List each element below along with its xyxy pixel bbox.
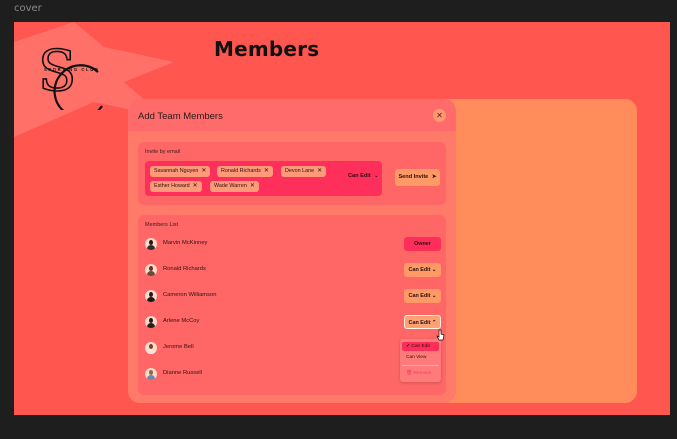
avatar — [145, 264, 157, 276]
pointer-cursor-icon — [436, 329, 445, 341]
logo-text: SPORTING CLUB — [44, 67, 100, 72]
role-select[interactable]: Can Edit ⌃ — [404, 315, 441, 329]
chip-label: Devon Lane — [285, 168, 315, 174]
avatar — [145, 368, 157, 380]
member-name: Ronald Richards — [163, 266, 206, 272]
member-name: Arlene McCoy — [163, 318, 200, 324]
option-label: Can View — [406, 355, 427, 360]
dialog-header: Add Team Members ✕ — [128, 99, 456, 131]
invite-section: Invite by email Savannah Nguyen ✕ Ronald … — [138, 142, 446, 205]
email-chip[interactable]: Esther Howard ✕ — [150, 181, 202, 192]
dropdown-option-can-view[interactable]: Can View — [402, 353, 439, 362]
role-label: Can Edit — [408, 267, 431, 273]
member-name: Dianne Russell — [163, 370, 202, 376]
role-label: Can Edit — [408, 320, 431, 326]
member-row: Jerome Bell — [145, 339, 441, 359]
member-row: Dianne Russell — [145, 365, 441, 385]
chevron-down-icon: ⌄ — [374, 173, 379, 179]
option-label: Can Edit — [411, 344, 430, 349]
member-row: Ronald Richards Can Edit ⌄ — [145, 261, 441, 281]
invite-permission-select[interactable]: Can Edit ⌄ — [348, 173, 378, 179]
add-team-members-dialog: Add Team Members ✕ Invite by email Savan… — [128, 99, 456, 403]
avatar — [145, 290, 157, 302]
member-row: Arlene McCoy Can Edit ⌃ — [145, 313, 441, 333]
chevron-down-icon: ⌄ — [431, 267, 437, 273]
role-select[interactable]: Can Edit ⌄ — [404, 263, 441, 277]
member-name: Marvin McKinney — [163, 240, 208, 246]
remove-chip-icon[interactable]: ✕ — [201, 168, 206, 174]
send-icon: ➤ — [431, 174, 437, 180]
role-label: Can Edit — [408, 293, 431, 299]
send-invite-label: Send Invite — [398, 174, 429, 180]
remove-chip-icon[interactable]: ✕ — [264, 168, 269, 174]
members-label: Members List — [145, 222, 179, 228]
check-icon: ✔ — [406, 344, 411, 349]
member-row: Marvin McKinney Owner — [145, 235, 441, 255]
email-chip[interactable]: Devon Lane ✕ — [281, 166, 327, 177]
chevron-up-icon: ⌃ — [431, 320, 437, 326]
invite-label: Invite by email — [145, 149, 181, 155]
avatar — [145, 316, 157, 328]
role-dropdown-menu: ✔ Can Edit Can View 🗑 Remove — [400, 339, 441, 382]
trash-icon: 🗑 — [406, 371, 413, 376]
close-button[interactable]: ✕ — [433, 109, 446, 122]
chip-label: Esther Howard — [154, 183, 190, 189]
option-label: Remove — [413, 371, 432, 376]
email-chip[interactable]: Wade Warren ✕ — [210, 181, 259, 192]
member-name: Cameron Williamson — [163, 292, 217, 298]
dropdown-option-can-edit[interactable]: ✔ Can Edit — [402, 342, 439, 351]
member-row: Cameron Williamson Can Edit ⌄ — [145, 287, 441, 307]
frame-label: cover — [14, 3, 42, 14]
send-invite-button[interactable]: Send Invite ➤ — [395, 169, 440, 186]
remove-chip-icon[interactable]: ✕ — [193, 183, 198, 189]
chevron-down-icon: ⌄ — [431, 293, 437, 299]
dropdown-divider — [402, 365, 439, 366]
permission-label: Can Edit — [348, 173, 371, 179]
avatar — [145, 342, 157, 354]
dialog-title: Add Team Members — [138, 111, 223, 122]
email-chip[interactable]: Ronald Richards ✕ — [217, 166, 273, 177]
chip-label: Ronald Richards — [221, 168, 261, 174]
avatar — [145, 238, 157, 250]
chip-label: Wade Warren — [214, 183, 247, 189]
dropdown-option-remove[interactable]: 🗑 Remove — [402, 369, 439, 378]
remove-chip-icon[interactable]: ✕ — [250, 183, 255, 189]
remove-chip-icon[interactable]: ✕ — [317, 168, 322, 174]
invite-email-field[interactable]: Savannah Nguyen ✕ Ronald Richards ✕ Devon … — [145, 161, 382, 196]
email-chip[interactable]: Savannah Nguyen ✕ — [150, 166, 211, 177]
close-icon: ✕ — [436, 111, 443, 120]
page-title: Members — [214, 37, 320, 61]
chip-label: Savannah Nguyen — [154, 168, 199, 174]
member-name: Jerome Bell — [163, 344, 194, 350]
role-badge-owner: Owner — [404, 237, 441, 251]
cover-canvas: S SPORTING CLUB Members Add Team Members… — [14, 22, 670, 415]
sporting-club-logo: S SPORTING CLUB — [32, 38, 112, 119]
role-select[interactable]: Can Edit ⌄ — [404, 289, 441, 303]
